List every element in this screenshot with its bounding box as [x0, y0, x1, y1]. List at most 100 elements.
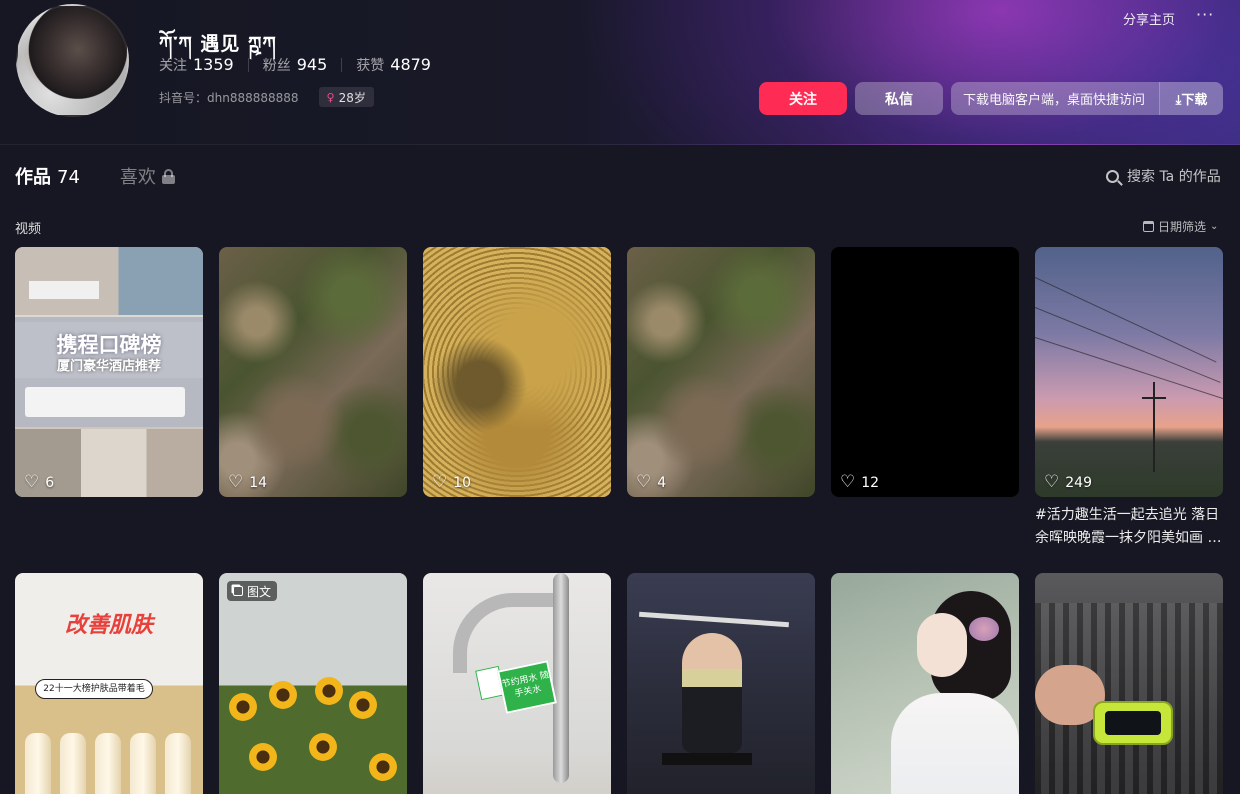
like-count: ♡ 12 [840, 474, 879, 491]
video-card[interactable]: 携程口碑榜 厦门豪华酒店推荐 ♡ 6 [15, 247, 203, 497]
thumbnail-image [969, 617, 999, 641]
tab-works[interactable]: 作品 74 [15, 163, 80, 189]
search-works-button[interactable]: 搜索 Ta 的作品 [1106, 166, 1221, 186]
thumbnail-image [682, 633, 742, 753]
like-count: ♡ 14 [228, 474, 267, 491]
stat-label: 关注 [159, 58, 187, 74]
heart-icon: ♡ [432, 472, 448, 492]
heart-icon: ♡ [636, 472, 652, 492]
thumbnail-image [269, 681, 297, 709]
stat-label: 获赞 [356, 58, 385, 74]
heart-icon: ♡ [228, 472, 244, 492]
stat-following[interactable]: 关注 1359 [159, 55, 234, 75]
share-home-link[interactable]: 分享主页 [1123, 9, 1175, 28]
thumbnail-image [165, 733, 191, 794]
date-filter-label: 日期筛选 [1158, 220, 1207, 234]
thumbnail-subtitle: 厦门豪华酒店推荐 [56, 359, 161, 374]
thumbnail-image [639, 611, 789, 628]
search-icon [1106, 169, 1119, 183]
heart-icon: ♡ [840, 472, 856, 492]
video-card[interactable]: ♡ 4 [627, 247, 815, 497]
video-card[interactable] [1035, 573, 1223, 794]
age-label: 28岁 [338, 90, 366, 105]
image-stack-icon [233, 586, 243, 596]
stat-followers[interactable]: 粉丝 945 [263, 55, 328, 75]
like-count-value: 12 [861, 474, 880, 491]
like-count: ♡ 6 [24, 474, 54, 491]
divider [341, 58, 343, 72]
profile-header: ཀོ་ཀ 遇见 ཀྵཀ 关注 1359 粉丝 945 获赞 4879 抖音号：d… [0, 0, 1240, 145]
video-card[interactable]: ♡ 249 [1035, 247, 1223, 497]
thumbnail-sign: 节约用水 随手关水 [496, 660, 558, 714]
tab-works-label: 作品 [15, 167, 51, 188]
like-count: ♡ 10 [432, 474, 471, 491]
tab-likes[interactable]: 喜欢 [120, 163, 175, 189]
video-card[interactable]: 改善肌肤 22十一大榜护肤品带着毛 [15, 573, 203, 794]
like-count-value: 14 [249, 474, 268, 491]
heart-icon: ♡ [24, 472, 40, 492]
calendar-icon [1143, 221, 1154, 232]
thumbnail-image [1105, 711, 1161, 735]
video-card[interactable]: 节约用水 随手关水 [423, 573, 611, 794]
thumbnail-image [15, 247, 203, 315]
stat-label: 粉丝 [262, 58, 291, 74]
video-caption[interactable]: #活力趣生活一起去追光 落日余晖映晚霞一抹夕阳美如画 … [1035, 504, 1225, 550]
thumbnail-image [891, 693, 1019, 794]
thumbnail-title: 改善肌肤 [64, 613, 153, 638]
age-badge: ♀ 28岁 [318, 87, 374, 107]
thumbnail-image [1153, 382, 1155, 472]
thumbnail-image [130, 733, 156, 794]
douyin-id: 抖音号：dhn888888888 [159, 90, 299, 105]
video-card[interactable]: ♡ 14 [219, 247, 407, 497]
video-card[interactable]: ♡ 10 [423, 247, 611, 497]
chevron-down-icon: ⌄ [1210, 221, 1219, 232]
like-count-value: 6 [45, 474, 55, 491]
like-count-value: 10 [453, 474, 472, 491]
thumbnail-image [662, 753, 752, 765]
video-card[interactable]: 图文 [219, 573, 407, 794]
stat-value: 4879 [390, 55, 431, 74]
image-text-badge: 图文 [227, 581, 278, 601]
thumbnail-image [25, 387, 185, 417]
video-card[interactable] [627, 573, 815, 794]
thumbnail-image [315, 677, 343, 705]
thumbnail-image [95, 733, 121, 794]
avatar[interactable] [16, 4, 129, 117]
profile-stats: 关注 1359 粉丝 945 获赞 4879 [159, 55, 431, 75]
heart-icon: ♡ [1044, 472, 1060, 492]
stat-value: 1359 [193, 55, 234, 74]
date-filter-button[interactable]: 日期筛选 ⌄ [1143, 218, 1218, 235]
profile-tabs: 作品 74 喜欢 [15, 163, 175, 189]
thumbnail-image [1035, 337, 1223, 400]
section-label-videos: 视频 [15, 222, 42, 237]
thumbnail-image [369, 753, 397, 781]
message-button[interactable]: 私信 [855, 82, 943, 115]
download-button[interactable]: ⤓下载 [1159, 82, 1223, 115]
divider [247, 58, 249, 72]
search-works-label: 搜索 Ta 的作品 [1127, 169, 1221, 185]
thumbnail-image [553, 573, 569, 783]
follow-button[interactable]: 关注 [759, 82, 847, 115]
profile-meta: 抖音号：dhn888888888 ♀ 28岁 [159, 87, 374, 107]
video-card[interactable]: ♡ 12 [831, 247, 1019, 497]
thumbnail-image [1142, 397, 1166, 399]
tab-likes-label: 喜欢 [119, 167, 156, 188]
like-count: ♡ 249 [1044, 474, 1092, 491]
stat-value: 945 [296, 55, 328, 74]
thumbnail-image [1035, 307, 1221, 383]
thumbnail-image [309, 733, 337, 761]
female-icon: ♀ [326, 90, 335, 104]
badge-label: 图文 [247, 584, 272, 599]
like-count: ♡ 4 [636, 474, 666, 491]
thumbnail-bubble: 22十一大榜护肤品带着毛 [35, 679, 153, 699]
thumbnail-image [1035, 277, 1217, 363]
thumbnail-image [60, 733, 86, 794]
more-icon[interactable]: ··· [1196, 5, 1214, 24]
thumbnail-image [229, 693, 257, 721]
thumbnail-image [917, 613, 967, 677]
stat-likes-received: 获赞 4879 [356, 55, 431, 75]
video-card[interactable] [831, 573, 1019, 794]
download-client-bar: 下载电脑客户端，桌面快捷访问 ⤓下载 [951, 82, 1223, 115]
like-count-value: 249 [1065, 474, 1092, 491]
thumbnail-image [349, 691, 377, 719]
